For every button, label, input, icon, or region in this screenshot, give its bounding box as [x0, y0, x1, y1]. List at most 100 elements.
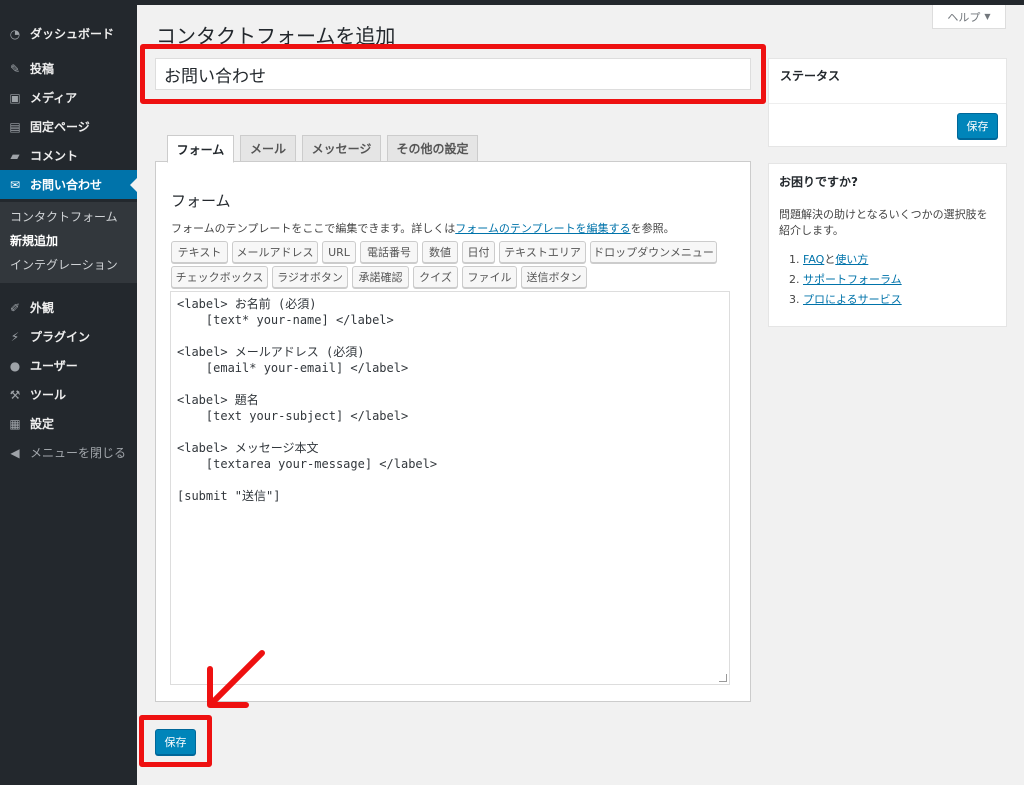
tag-button-radio[interactable]: ラジオボタン: [272, 266, 348, 288]
sidebar-item-label: 固定ページ: [30, 120, 90, 134]
editor-line: <label> 題名: [177, 393, 259, 407]
editor-line: <label> メールアドレス (必須): [177, 345, 365, 359]
faq-link[interactable]: FAQ: [803, 253, 824, 266]
collapse-icon: ◀: [10, 445, 20, 460]
help-box-text: 問題解決の助けとなるいくつかの選択肢を 紹介します。: [779, 207, 988, 239]
tag-button-email[interactable]: メールアドレス: [232, 241, 318, 263]
tag-button-dropdown[interactable]: ドロップダウンメニュー: [590, 241, 717, 263]
tag-button-quiz[interactable]: クイズ: [413, 266, 458, 288]
sidebar-item-label: 投稿: [30, 62, 55, 76]
help-tab[interactable]: ヘルプ ▼: [932, 5, 1006, 29]
tag-button-url[interactable]: URL: [322, 241, 356, 263]
help-text-line: 紹介します。: [779, 224, 844, 237]
editor-line: <label> メッセージ本文: [177, 441, 319, 455]
sidebar-item-label: ツール: [30, 388, 67, 402]
tag-button-checkbox[interactable]: チェックボックス: [171, 266, 268, 288]
submenu-item-add-new[interactable]: 新規追加: [10, 232, 58, 249]
help-text-line: 問題解決の助けとなるいくつかの選択肢を: [779, 208, 988, 221]
description-text: フォームのテンプレートをここで編集できます。詳しくは: [171, 222, 456, 235]
professional-services-link[interactable]: プロによるサービス: [803, 293, 902, 306]
admin-sidebar: ◔ ダッシュボード ✎ 投稿 ▣ メディア ▤ 固定ページ ▰ コメント ✉ お…: [0, 5, 137, 785]
user-icon: ●: [9, 358, 21, 373]
sidebar-item-posts[interactable]: ✎ 投稿: [0, 54, 137, 83]
support-forum-link[interactable]: サポートフォーラム: [803, 273, 902, 286]
editor-line: [text your-subject] </label>: [177, 409, 409, 423]
wrench-icon: ⚒: [9, 387, 21, 402]
comment-icon: ▰: [10, 148, 20, 163]
editor-line: <label> お名前 (必須): [177, 297, 317, 311]
resize-grip-icon[interactable]: [719, 674, 727, 682]
help-list-item-1: 1. FAQと使い方: [789, 251, 868, 267]
template-edit-link[interactable]: フォームのテンプレートを編集する: [455, 222, 630, 235]
tag-button-textarea[interactable]: テキストエリア: [499, 241, 586, 263]
settings-icon: ▦: [9, 416, 21, 431]
sidebar-item-label: プラグイン: [30, 330, 91, 344]
status-save-button[interactable]: 保存: [957, 113, 998, 139]
sidebar-item-comments[interactable]: ▰ コメント: [0, 141, 137, 170]
tag-button-file[interactable]: ファイル: [462, 266, 517, 288]
list-number: 2.: [789, 273, 800, 286]
tag-button-acceptance[interactable]: 承諾確認: [352, 266, 409, 288]
sidebar-item-settings[interactable]: ▦ 設定: [0, 409, 137, 438]
submenu-item-contact-forms[interactable]: コンタクトフォーム: [10, 208, 118, 225]
sidebar-item-appearance[interactable]: ✐ 外観: [0, 293, 137, 322]
sidebar-item-label: 設定: [30, 417, 55, 431]
tab-additional-settings[interactable]: その他の設定: [387, 135, 478, 162]
help-list-item-2: 2. サポートフォーラム: [789, 271, 902, 287]
brush-icon: ✐: [9, 300, 21, 315]
sidebar-item-label: メニューを閉じる: [30, 446, 127, 460]
pointer-arrow-icon: [207, 650, 265, 708]
sidebar-item-label: ダッシュボード: [30, 27, 115, 41]
list-number: 1.: [789, 253, 800, 266]
help-box-title: お困りですか?: [779, 175, 858, 189]
tab-messages[interactable]: メッセージ: [302, 135, 381, 162]
list-number: 3.: [789, 293, 800, 306]
tag-button-number[interactable]: 数値: [422, 241, 458, 263]
chevron-down-icon: ▼: [984, 12, 991, 21]
form-template-editor[interactable]: <label> お名前 (必須) [text* your-name] </lab…: [170, 291, 730, 685]
editor-line: [submit "送信"]: [177, 489, 281, 503]
sidebar-submenu: コンタクトフォーム 新規追加 インテグレーション: [0, 202, 137, 283]
sidebar-item-pages[interactable]: ▤ 固定ページ: [0, 112, 137, 141]
description-text-end: を参照。: [630, 222, 675, 235]
media-icon: ▣: [9, 90, 21, 105]
tag-button-tel[interactable]: 電話番号: [360, 241, 418, 263]
help-label: ヘルプ: [947, 10, 981, 24]
editor-line: [text* your-name] </label>: [177, 313, 394, 327]
divider: [769, 103, 1006, 104]
sidebar-item-media[interactable]: ▣ メディア: [0, 83, 137, 112]
sidebar-item-label: お問い合わせ: [30, 178, 103, 192]
sidebar-item-dashboard[interactable]: ◔ ダッシュボード: [0, 19, 137, 48]
sidebar-item-label: 外観: [30, 301, 55, 315]
panel-description: フォームのテンプレートをここで編集できます。詳しくはフォームのテンプレートを編集…: [171, 220, 675, 236]
highlight-box: [140, 44, 766, 104]
sidebar-item-users[interactable]: ● ユーザー: [0, 351, 137, 380]
tab-mail[interactable]: メール: [240, 135, 296, 162]
pin-icon: ✎: [9, 61, 21, 76]
tag-button-date[interactable]: 日付: [462, 241, 495, 263]
submenu-item-integration[interactable]: インテグレーション: [10, 256, 118, 273]
sidebar-item-plugins[interactable]: ⚡ プラグイン: [0, 322, 137, 351]
sidebar-item-label: コメント: [30, 149, 79, 163]
page-icon: ▤: [9, 119, 21, 134]
admin-bar: [0, 0, 1024, 5]
help-list-item-3: 3. プロによるサービス: [789, 291, 902, 307]
tab-form[interactable]: フォーム: [167, 135, 234, 163]
dashboard-icon: ◔: [9, 26, 21, 41]
sidebar-collapse-menu[interactable]: ◀ メニューを閉じる: [0, 438, 137, 467]
docs-link[interactable]: 使い方: [835, 253, 868, 266]
status-box-title: ステータス: [780, 69, 841, 83]
list-connector: と: [824, 253, 836, 266]
tag-button-submit[interactable]: 送信ボタン: [521, 266, 587, 288]
sidebar-item-tools[interactable]: ⚒ ツール: [0, 380, 137, 409]
plugin-icon: ⚡: [10, 329, 20, 344]
editor-line: [textarea your-message] </label>: [177, 457, 438, 471]
panel-title: フォーム: [171, 192, 231, 210]
tag-button-text[interactable]: テキスト: [171, 241, 228, 263]
sidebar-item-label: ユーザー: [30, 359, 78, 373]
sidebar-item-contact[interactable]: ✉ お問い合わせ: [0, 170, 137, 199]
